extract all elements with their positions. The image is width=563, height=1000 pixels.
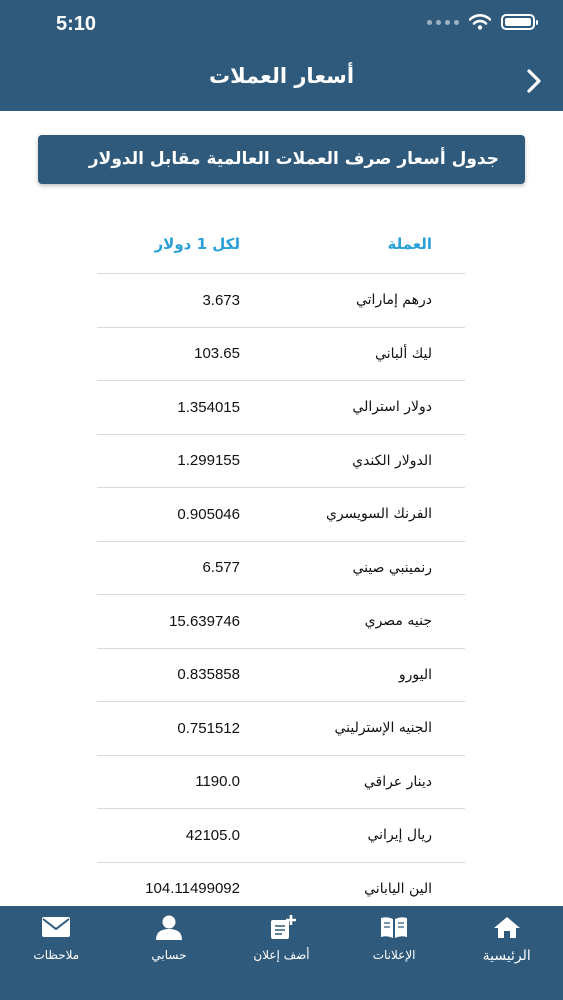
currency-rate: 104.11499092 (145, 880, 240, 898)
table-row: ريال إيراني 42105.0 (97, 809, 465, 863)
table-banner: جدول أسعار صرف العملات العالمية مقابل ال… (38, 135, 525, 184)
currency-table: العملة لكل 1 دولار درهم إماراتي 3.673 لي… (97, 214, 465, 916)
currency-name: اليورو (398, 666, 432, 683)
currency-rate: 3.673 (202, 291, 240, 309)
page-title: أسعار العملات (208, 64, 355, 88)
status-icons (427, 14, 538, 30)
currency-name: جنيه مصري (364, 613, 432, 630)
tab-label: الإعلانات (372, 948, 416, 962)
wifi-icon (469, 14, 491, 30)
currency-name: رنمينبي صيني (352, 559, 432, 576)
table-row: دولار استرالي 1.354015 (97, 381, 465, 435)
currency-name: دينار عراقي (363, 773, 432, 790)
mail-icon (42, 917, 71, 937)
currency-name: الين الياباني (364, 880, 432, 897)
currency-name: ليك ألباني (375, 345, 432, 362)
table-row: دينار عراقي 1190.0 (97, 756, 465, 809)
tab-label: الرئيسية (482, 948, 531, 964)
tab-notes[interactable]: ملاحظات (0, 906, 113, 1000)
book-icon (381, 917, 408, 938)
table-header: العملة لكل 1 دولار (97, 214, 465, 274)
table-row: رنمينبي صيني 6.577 (97, 542, 465, 595)
currency-name: دولار استرالي (352, 399, 432, 416)
currency-name: الجنيه الإسترليني (334, 720, 432, 737)
currency-rate: 15.639746 (169, 612, 240, 630)
currency-name: درهم إماراتي (355, 292, 432, 309)
tab-label: أضف إعلان (253, 948, 310, 962)
currency-name: الفرنك السويسري (325, 506, 432, 523)
bottom-tab-bar: الرئيسية الإعلانات أضف إعلان حسابي ملاحظ… (0, 906, 563, 1000)
currency-rate: 0.835858 (177, 666, 240, 684)
header-rate: لكل 1 دولار (154, 234, 240, 253)
home-icon (493, 917, 520, 938)
tab-add-ad[interactable]: أضف إعلان (225, 906, 338, 1000)
currency-rate: 0.751512 (177, 719, 240, 737)
tab-account[interactable]: حسابي (113, 906, 226, 1000)
table-row: الدولار الكندي 1.299155 (97, 435, 465, 488)
person-icon (155, 915, 182, 940)
currency-name: الدولار الكندي (352, 452, 432, 469)
top-bar: 5:10 أسعار العملات (0, 0, 563, 111)
table-row: الجنيه الإسترليني 0.751512 (97, 702, 465, 756)
table-row: اليورو 0.835858 (97, 649, 465, 702)
currency-rate: 1.354015 (177, 398, 240, 416)
table-row: الفرنك السويسري 0.905046 (97, 488, 465, 542)
currency-name: ريال إيراني (367, 827, 432, 844)
tab-label: حسابي (151, 948, 187, 962)
currency-rate: 6.577 (202, 559, 240, 577)
battery-icon (501, 14, 538, 30)
table-row: درهم إماراتي 3.673 (97, 274, 465, 328)
header-currency: العملة (387, 234, 432, 253)
currency-rate: 42105.0 (185, 826, 240, 844)
table-row: جنيه مصري 15.639746 (97, 595, 465, 649)
tab-ads[interactable]: الإعلانات (338, 906, 451, 1000)
back-chevron-icon[interactable] (520, 66, 548, 96)
tab-label: ملاحظات (33, 948, 80, 962)
table-row: ليك ألباني 103.65 (97, 328, 465, 381)
signal-dots-icon (427, 19, 459, 25)
tab-home[interactable]: الرئيسية (450, 906, 563, 1000)
currency-rate: 103.65 (194, 345, 240, 363)
currency-rate: 0.905046 (177, 505, 240, 523)
status-time: 5:10 (56, 13, 97, 35)
currency-rate: 1.299155 (177, 452, 240, 470)
currency-rate: 1190.0 (195, 773, 240, 791)
add-ad-icon (270, 915, 296, 939)
